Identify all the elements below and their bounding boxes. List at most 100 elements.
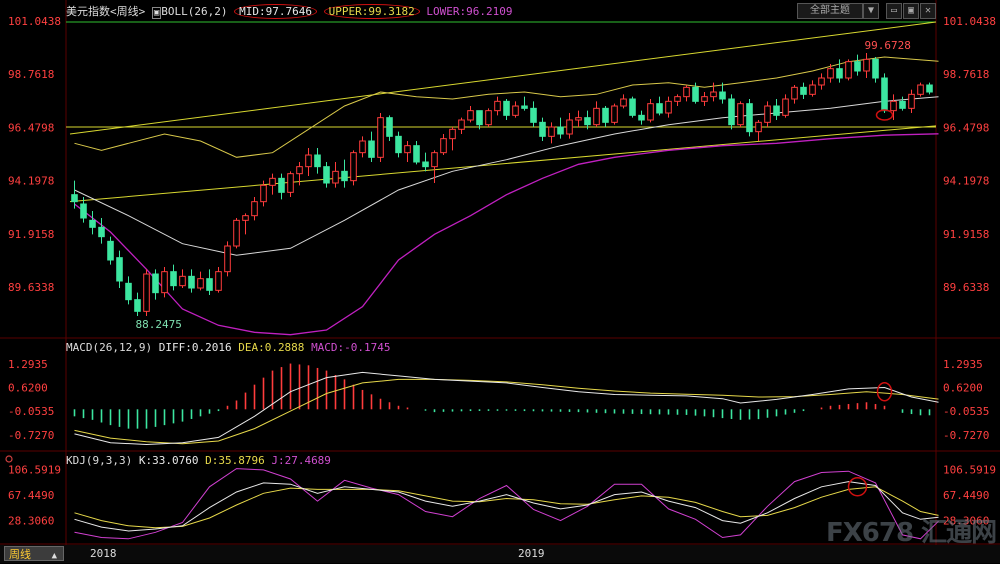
price-tick-left: 91.9158 — [8, 228, 54, 241]
candle-down — [521, 105, 528, 109]
candle-up — [611, 105, 618, 123]
kdj-j-line — [74, 468, 939, 540]
price-tick-left: 98.7618 — [8, 68, 54, 81]
macd-tick-left: -0.0535 — [8, 405, 54, 418]
candle-down — [728, 98, 735, 126]
candle-down — [719, 91, 726, 100]
candle-up — [179, 275, 186, 287]
macd-tick-right: -0.7270 — [943, 429, 989, 442]
candle-down — [530, 107, 537, 123]
candle-down — [872, 58, 879, 79]
candle-up — [683, 86, 690, 98]
theme-select[interactable]: 全部主题 — [797, 3, 863, 19]
candle-up — [755, 121, 762, 133]
candle-down — [80, 203, 87, 219]
kdj-tick-left: 28.3060 — [8, 514, 54, 527]
candle-up — [143, 273, 150, 312]
candle-up — [665, 100, 672, 114]
kdj-tick-left: 67.4490 — [8, 489, 54, 502]
candle-up — [566, 119, 573, 135]
boll-toggle-icon[interactable]: ▣ — [151, 7, 162, 19]
theme-select-label: 全部主题 — [810, 5, 850, 16]
candle-up — [512, 105, 519, 116]
candle-up — [908, 93, 915, 109]
candle-down — [476, 110, 483, 126]
boll-mid-line — [74, 96, 939, 256]
chart-header: 美元指数<周线> ▣ BOLL(26,2) MID:97.7646 UPPER:9… — [66, 3, 512, 19]
chart-canvas[interactable]: 101.0438 101.0438 98.7618 98.7618 96.4798 96.… — [0, 0, 1000, 563]
candle-up — [890, 100, 897, 112]
period-tab-arrow-icon: ▲ — [51, 551, 58, 561]
candle-down — [557, 126, 564, 135]
candle-down — [413, 145, 420, 163]
price-tick-left: 96.4798 — [8, 121, 54, 134]
candle-down — [134, 299, 141, 312]
candle-down — [125, 282, 132, 301]
boll-mid-value: MID:97.7646 — [234, 4, 318, 19]
period-tab[interactable]: 周线 ▲ — [4, 546, 64, 561]
macd-tick-left: 0.6200 — [8, 381, 48, 394]
dropdown-icon[interactable]: ▼ — [863, 3, 879, 19]
candle-down — [107, 240, 114, 261]
candle-down — [800, 86, 807, 95]
candle-down — [539, 121, 546, 137]
candle-down — [89, 219, 96, 228]
candle-down — [926, 84, 933, 93]
candle-down — [368, 140, 375, 158]
candle-up — [863, 58, 870, 72]
price-tick-right: 89.6338 — [943, 281, 989, 294]
kdj-d-value: D:35.8796 — [205, 454, 265, 467]
macd-tick-right: 0.6200 — [943, 381, 983, 394]
status-bar — [0, 545, 1000, 563]
macd-tick-right: -0.0535 — [943, 405, 989, 418]
candle-down — [323, 166, 330, 184]
close-icon[interactable]: ✕ — [920, 3, 936, 19]
boll-upper-value: UPPER:99.3182 — [323, 4, 420, 19]
candle-up — [809, 84, 816, 95]
settings-gear-icon — [5, 455, 13, 463]
kdj-j-value: J:27.4689 — [271, 454, 331, 467]
candle-up — [332, 170, 339, 184]
kdj-k-value: K:33.0760 — [138, 454, 199, 467]
candle-down — [341, 170, 348, 182]
candle-up — [647, 103, 654, 121]
macd-tick-right: 1.2935 — [943, 358, 983, 371]
candle-up — [440, 138, 447, 154]
minimize-icon[interactable]: ▭ — [886, 3, 902, 19]
price-tick-right: 91.9158 — [943, 228, 989, 241]
candle-up — [260, 184, 267, 203]
candle-down — [278, 177, 285, 193]
macd-tick-left: -0.7270 — [8, 429, 54, 442]
chart-title: 美元指数<周线> — [66, 5, 146, 18]
candle-down — [602, 107, 609, 123]
kdj-highlight-ring — [847, 477, 868, 497]
candle-up — [782, 98, 789, 116]
candle-up — [449, 128, 456, 140]
candle-up — [494, 100, 501, 112]
candle-up — [764, 105, 771, 123]
macd-tick-left: 1.2935 — [8, 358, 48, 371]
candle-down — [71, 194, 78, 203]
candle-up — [296, 166, 303, 175]
restore-icon[interactable]: ▣ — [903, 3, 919, 19]
candle-up — [251, 201, 258, 217]
candle-up — [710, 91, 717, 98]
kdj-d-line — [74, 486, 939, 529]
candle-down — [746, 103, 753, 133]
candle-down — [170, 271, 177, 287]
period-tab-label: 周线 — [9, 548, 31, 561]
candle-down — [98, 226, 105, 238]
candle-up — [674, 96, 681, 102]
low-annotation: 88.2475 — [136, 318, 182, 331]
kdj-k-line — [74, 481, 939, 532]
candle-up — [359, 140, 366, 154]
trend-line — [69, 125, 937, 203]
candle-down — [422, 161, 429, 168]
candle-up — [575, 117, 582, 121]
candle-down — [503, 100, 510, 116]
candle-down — [638, 114, 645, 121]
candle-up — [593, 107, 600, 126]
candle-up — [485, 110, 492, 126]
price-tick-left: 94.1978 — [8, 175, 54, 188]
candle-up — [701, 96, 708, 102]
